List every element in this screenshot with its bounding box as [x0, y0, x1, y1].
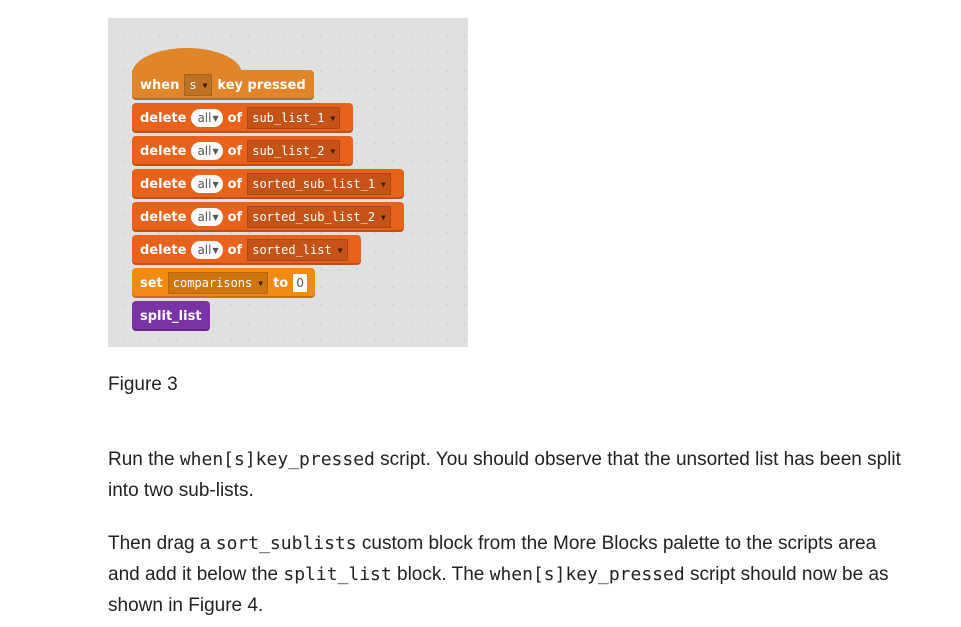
list-value: sorted_list [252, 243, 332, 257]
text: block. The [391, 564, 490, 585]
of-label: of [227, 143, 243, 159]
delete-block[interactable]: delete all ▼ of sorted_sub_list_1 ▼ [132, 169, 404, 199]
dropdown-arrow-icon: ▼ [337, 245, 343, 255]
split-list-block[interactable]: split_list [132, 301, 210, 331]
of-label: of [227, 209, 243, 225]
to-label: to [273, 275, 289, 291]
inline-code: when[s]key_pressed [179, 449, 375, 470]
variable-value: comparisons [172, 276, 253, 290]
delete-label: delete [140, 143, 187, 159]
text: Run the [108, 449, 180, 470]
dropdown-arrow-icon: ▼ [212, 113, 219, 123]
figure-caption: Figure 3 [108, 374, 178, 395]
list-dropdown[interactable]: sorted_sub_list_1 ▼ [247, 173, 391, 195]
scratch-script-figure: when s ▼ key pressed delete all ▼ of sub_l… [108, 18, 468, 347]
set-variable-block[interactable]: set comparisons ▼ to 0 [132, 268, 316, 298]
dropdown-arrow-icon: ▼ [381, 179, 386, 189]
item-dropdown[interactable]: all ▼ [191, 208, 223, 226]
delete-label: delete [140, 209, 187, 225]
value-input[interactable]: 0 [293, 274, 308, 292]
item-value: all [197, 210, 212, 224]
list-value: sub_list_1 [252, 111, 325, 125]
list-dropdown[interactable]: sub_list_2 ▼ [247, 140, 341, 162]
of-label: of [227, 242, 243, 258]
text: Then drag a [108, 533, 216, 554]
dropdown-arrow-icon: ▼ [212, 212, 219, 222]
when-key-pressed-block[interactable]: when s ▼ key pressed [132, 70, 314, 100]
item-dropdown[interactable]: all ▼ [191, 109, 223, 127]
paragraph-drag-block: Then drag a sort_sublists custom block f… [108, 528, 908, 621]
delete-label: delete [140, 242, 187, 258]
list-value: sorted_sub_list_1 [252, 177, 376, 191]
item-value: all [197, 243, 212, 257]
item-dropdown[interactable]: all ▼ [191, 175, 223, 193]
inline-code: split_list [283, 564, 392, 585]
inline-code: sort_sublists [215, 533, 357, 554]
item-dropdown[interactable]: all ▼ [191, 241, 223, 259]
delete-block[interactable]: delete all ▼ of sub_list_1 ▼ [132, 103, 354, 133]
item-value: all [197, 177, 212, 191]
list-value: sorted_sub_list_2 [252, 210, 376, 224]
of-label: of [227, 110, 243, 126]
item-dropdown[interactable]: all ▼ [191, 142, 223, 160]
item-value: all [197, 111, 212, 125]
paragraph-run-script: Run the when[s]key_pressed script. You s… [108, 444, 908, 506]
dropdown-arrow-icon: ▼ [212, 146, 219, 156]
delete-block[interactable]: delete all ▼ of sub_list_2 ▼ [132, 136, 354, 166]
key-pressed-label: key pressed [217, 77, 306, 93]
delete-label: delete [140, 176, 187, 192]
dropdown-arrow-icon: ▼ [330, 146, 336, 156]
dropdown-arrow-icon: ▼ [381, 212, 386, 222]
of-label: of [227, 176, 243, 192]
delete-block[interactable]: delete all ▼ of sorted_list ▼ [132, 235, 361, 265]
dropdown-arrow-icon: ▼ [212, 245, 219, 255]
delete-label: delete [140, 110, 187, 126]
dropdown-arrow-icon: ▼ [258, 278, 264, 288]
set-label: set [140, 275, 163, 291]
item-value: all [197, 144, 212, 158]
list-dropdown[interactable]: sorted_sub_list_2 ▼ [247, 206, 391, 228]
dropdown-arrow-icon: ▼ [212, 179, 219, 189]
key-dropdown[interactable]: s ▼ [184, 74, 213, 96]
list-dropdown[interactable]: sorted_list ▼ [247, 239, 348, 261]
split-list-label: split_list [140, 308, 202, 324]
list-value: sub_list_2 [252, 144, 325, 158]
when-label: when [140, 77, 180, 93]
inline-code: when[s]key_pressed [489, 564, 685, 585]
dropdown-arrow-icon: ▼ [330, 113, 336, 123]
dropdown-arrow-icon: ▼ [202, 80, 208, 90]
variable-dropdown[interactable]: comparisons ▼ [167, 272, 269, 294]
list-dropdown[interactable]: sub_list_1 ▼ [247, 107, 341, 129]
delete-block[interactable]: delete all ▼ of sorted_sub_list_2 ▼ [132, 202, 404, 232]
key-value: s [189, 78, 197, 92]
